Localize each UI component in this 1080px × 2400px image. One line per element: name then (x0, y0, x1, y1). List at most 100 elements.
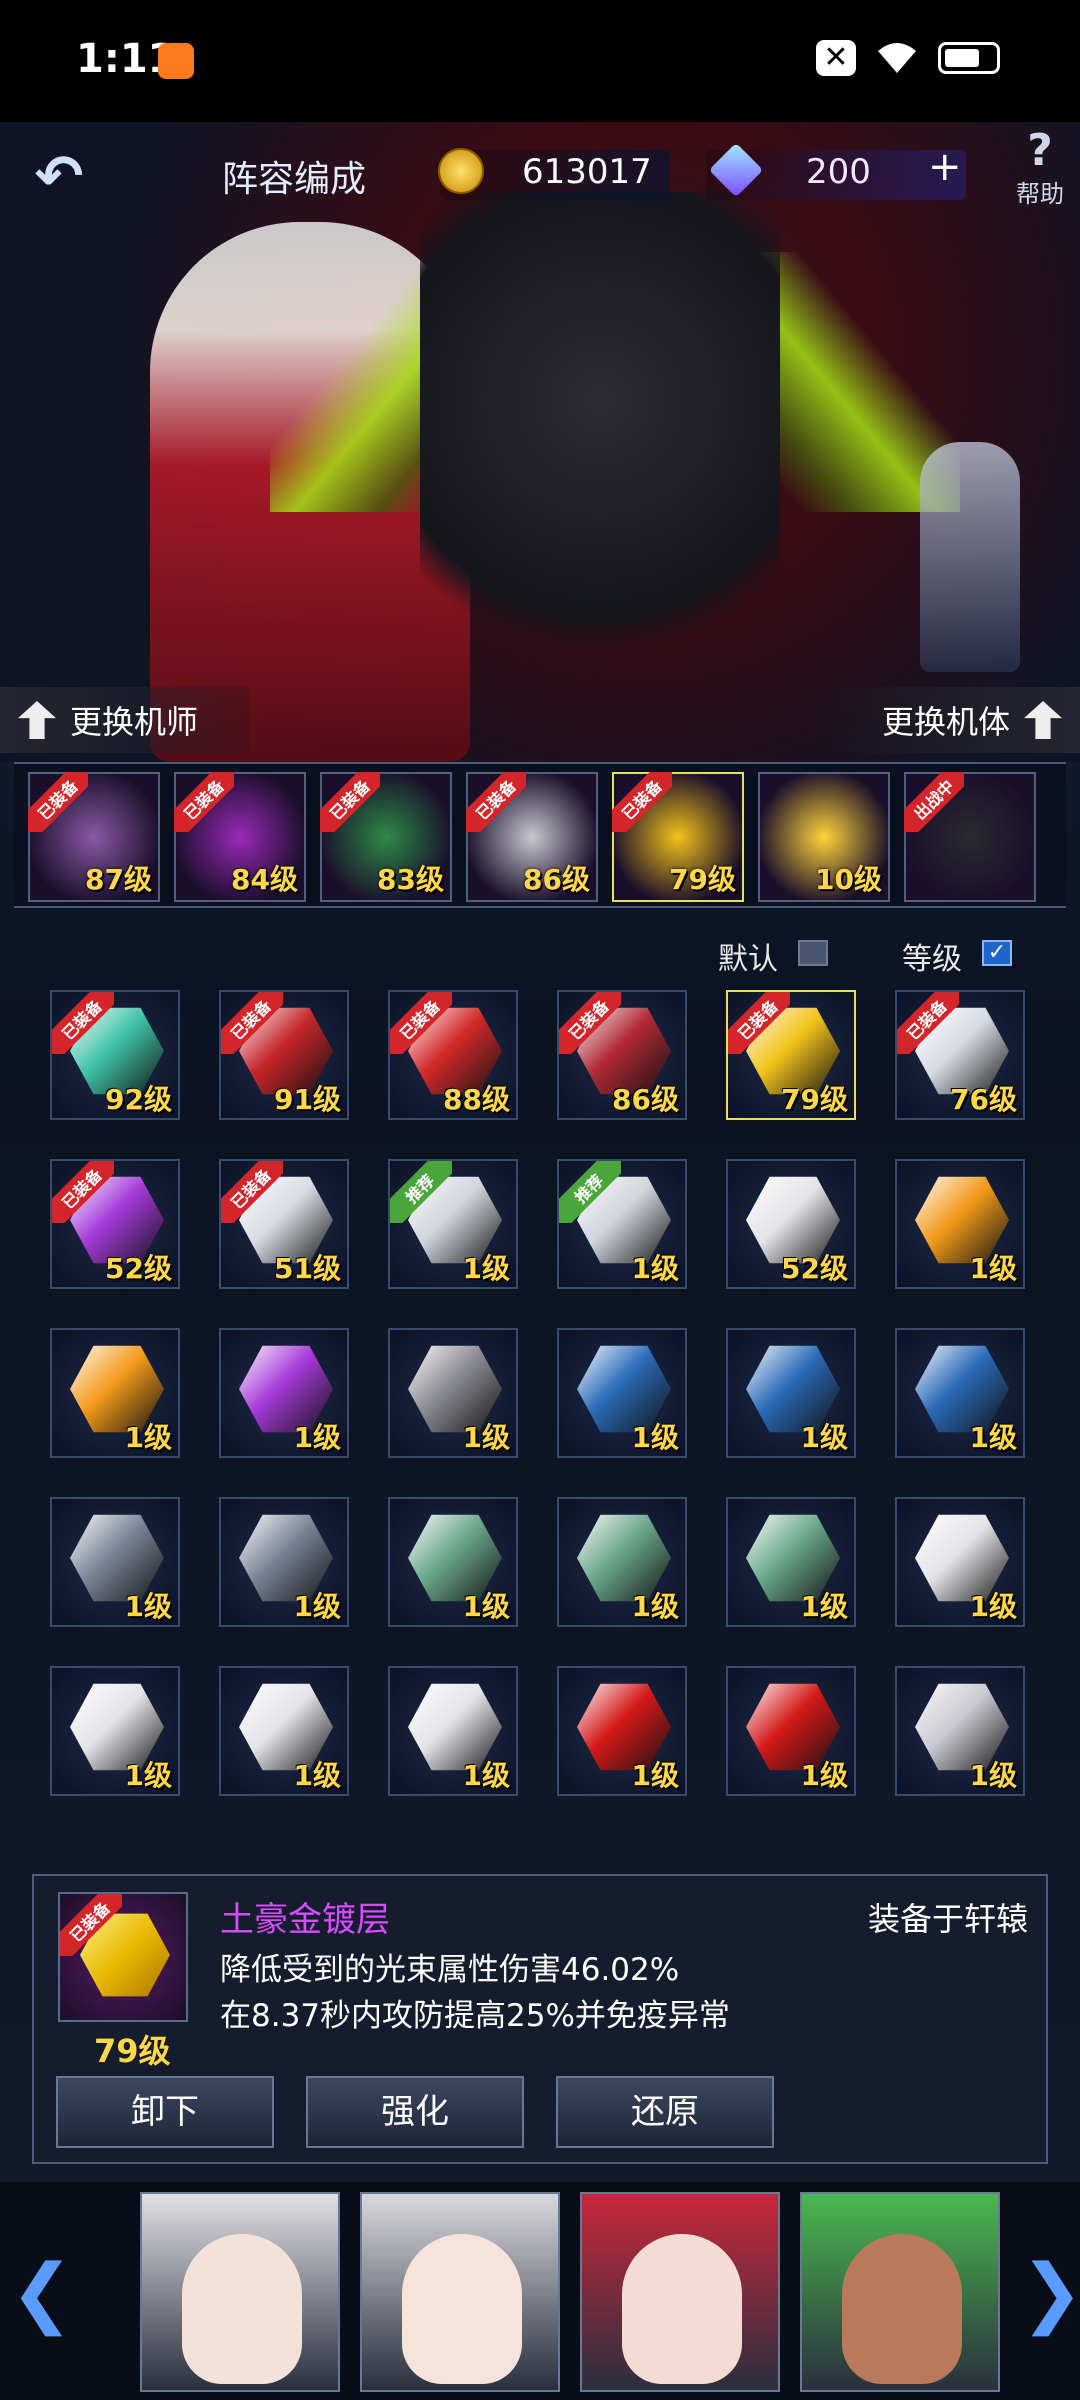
slot-status-badge: 已装备 (28, 772, 88, 832)
detail-effect-2: 在8.37秒内攻防提高25%并免疫异常 (220, 1998, 730, 2034)
equipment-item[interactable]: 已装备 51级 (219, 1159, 349, 1289)
equipment-item[interactable]: 1级 (557, 1328, 687, 1458)
slot-status-badge: 已装备 (466, 772, 526, 832)
item-level: 1级 (631, 1759, 679, 1792)
slot-status-badge: 已装备 (320, 772, 380, 832)
mech-art (420, 192, 780, 712)
change-pilot-button[interactable]: 更换机师 (0, 687, 250, 753)
equipped-slot[interactable]: 10级 (758, 772, 890, 902)
equipment-item[interactable]: 1级 (726, 1328, 856, 1458)
game-screen: 更换机师 更换机体 ↶ 阵容编成 613017 200 + ? 帮助 已装备 87… (0, 122, 1080, 2400)
pilot-portrait[interactable] (580, 2192, 780, 2392)
item-level: 1级 (293, 1421, 341, 1454)
equipment-item[interactable]: 1级 (50, 1497, 180, 1627)
sort-default-label: 默认 (718, 942, 778, 977)
roster-next-arrow-icon[interactable]: ❯ (1020, 2252, 1080, 2332)
equipment-item[interactable]: 52级 (726, 1159, 856, 1289)
add-gems-button[interactable]: + (928, 144, 962, 190)
equipment-detail-panel: 已装备 79级 土豪金镀层 装备于轩辕 降低受到的光束属性伤害46.02% 在8… (32, 1874, 1048, 2164)
equipment-item[interactable]: 已装备 52级 (50, 1159, 180, 1289)
equipped-slot[interactable]: 出战中 (904, 772, 1036, 902)
equipment-item[interactable]: 1级 (50, 1328, 180, 1458)
equipment-item[interactable]: 已装备 91级 (219, 990, 349, 1120)
roster-prev-arrow-icon[interactable]: ❮ (10, 2252, 74, 2332)
equipment-item[interactable]: 1级 (388, 1497, 518, 1627)
equipment-item[interactable]: 1级 (219, 1666, 349, 1796)
equipment-item[interactable]: 已装备 79级 (726, 990, 856, 1120)
equipment-item[interactable]: 1级 (388, 1328, 518, 1458)
equipped-slot[interactable]: 已装备 84级 (174, 772, 306, 902)
item-level: 92级 (105, 1083, 172, 1116)
page-title: 阵容编成 (222, 159, 367, 200)
restore-button[interactable]: 还原 (556, 2076, 774, 2148)
equipment-item[interactable]: 推荐 1级 (557, 1159, 687, 1289)
equipment-item[interactable]: 1级 (557, 1497, 687, 1627)
sort-default-checkbox[interactable] (798, 940, 828, 966)
equipment-item[interactable]: 1级 (895, 1497, 1025, 1627)
equipped-badge: 已装备 (60, 1894, 122, 1956)
slot-level: 84级 (231, 863, 298, 896)
item-level: 52级 (781, 1252, 848, 1285)
equipment-item[interactable]: 已装备 88级 (388, 990, 518, 1120)
pilot-portrait[interactable] (140, 2192, 340, 2392)
help-icon: ? (1027, 125, 1053, 176)
item-status-badge: 已装备 (221, 1161, 283, 1223)
equipment-item[interactable]: 1级 (895, 1159, 1025, 1289)
item-level: 1级 (631, 1421, 679, 1454)
item-level: 86级 (612, 1083, 679, 1116)
equipment-item[interactable]: 1级 (388, 1666, 518, 1796)
item-status-badge: 推荐 (559, 1161, 621, 1223)
equipment-item[interactable]: 1级 (219, 1497, 349, 1627)
equipped-slot[interactable]: 已装备 79级 (612, 772, 744, 902)
unequip-button[interactable]: 卸下 (56, 2076, 274, 2148)
change-mech-button[interactable]: 更换机体 (820, 687, 1080, 753)
equipped-slot[interactable]: 已装备 86级 (466, 772, 598, 902)
item-level: 91级 (274, 1083, 341, 1116)
equipment-item[interactable]: 已装备 92级 (50, 990, 180, 1120)
item-status-badge: 已装备 (728, 992, 790, 1054)
equipment-item[interactable]: 1级 (219, 1328, 349, 1458)
equipment-item[interactable]: 1级 (895, 1666, 1025, 1796)
slot-level: 79级 (669, 863, 736, 896)
status-icons: ✕ (816, 40, 1000, 76)
sort-level-label: 等级 (902, 942, 962, 977)
item-level: 1级 (124, 1759, 172, 1792)
item-level: 1级 (631, 1252, 679, 1285)
pilot-portrait[interactable] (360, 2192, 560, 2392)
item-status-badge: 已装备 (221, 992, 283, 1054)
top-bar: ↶ 阵容编成 613017 200 + ? 帮助 (0, 122, 1080, 230)
slot-status-badge: 已装备 (612, 772, 672, 832)
back-button[interactable]: ↶ (14, 146, 104, 206)
item-status-badge: 已装备 (390, 992, 452, 1054)
detail-item-level: 79级 (94, 2032, 171, 2070)
enhance-button[interactable]: 强化 (306, 2076, 524, 2148)
equipment-item[interactable]: 1级 (895, 1328, 1025, 1458)
equipment-item[interactable]: 推荐 1级 (388, 1159, 518, 1289)
help-label: 帮助 (1016, 180, 1064, 208)
item-level: 52级 (105, 1252, 172, 1285)
slot-status-badge: 已装备 (174, 772, 234, 832)
pilot-portrait[interactable] (800, 2192, 1000, 2392)
item-level: 76级 (950, 1083, 1017, 1116)
equipped-slot[interactable]: 已装备 87级 (28, 772, 160, 902)
item-level: 1级 (462, 1590, 510, 1623)
battery-icon (938, 42, 1000, 74)
equipped-slot[interactable]: 已装备 83级 (320, 772, 452, 902)
equipment-item[interactable]: 已装备 76级 (895, 990, 1025, 1120)
equipment-item[interactable]: 1级 (50, 1666, 180, 1796)
change-mech-label: 更换机体 (881, 703, 1010, 741)
detail-equipped-on: 装备于轩辕 (867, 1900, 1028, 1938)
equipment-item[interactable]: 1级 (726, 1666, 856, 1796)
item-level: 1级 (631, 1590, 679, 1623)
item-level: 1级 (462, 1252, 510, 1285)
item-level: 1级 (800, 1590, 848, 1623)
equipment-item[interactable]: 1级 (557, 1666, 687, 1796)
detail-item-icon: 已装备 (58, 1892, 188, 2022)
equipment-item[interactable]: 1级 (726, 1497, 856, 1627)
sort-level-checkbox[interactable]: ✓ (982, 940, 1012, 966)
item-level: 1级 (800, 1421, 848, 1454)
equipment-item[interactable]: 已装备 86级 (557, 990, 687, 1120)
item-level: 1级 (124, 1421, 172, 1454)
slot-level: 83级 (377, 863, 444, 896)
help-button[interactable]: ? 帮助 (1000, 128, 1080, 218)
